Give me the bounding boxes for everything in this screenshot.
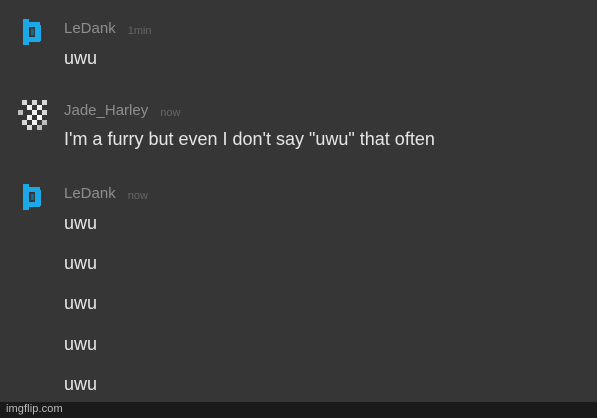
blue-bracket-avatar-icon[interactable]	[20, 184, 46, 210]
message-text: uwu	[64, 334, 98, 354]
watermark-bar: imgflip.com	[0, 402, 597, 418]
message-text: uwu	[64, 213, 98, 233]
message-text: uwu	[64, 374, 98, 394]
message-text: uwu	[64, 48, 98, 68]
message-text: uwu	[64, 253, 98, 273]
username[interactable]: Jade_Harley now	[64, 102, 180, 119]
timestamp: now	[127, 190, 148, 202]
username-label[interactable]: LeDank	[64, 185, 116, 202]
chat-panel: LeDank 1min uwu Jade_Harley now I'm a furr…	[0, 0, 597, 402]
message-text: uwu	[64, 293, 98, 313]
timestamp: now	[160, 107, 181, 119]
username[interactable]: LeDank 1min	[64, 20, 152, 37]
checker-pattern-avatar-icon[interactable]	[18, 100, 50, 132]
message-text: I'm a furry but even I don't say "uwu" t…	[64, 129, 435, 149]
blue-bracket-avatar-icon[interactable]	[20, 19, 46, 45]
watermark: imgflip.com	[6, 403, 63, 415]
username[interactable]: LeDank now	[64, 185, 148, 202]
timestamp: 1min	[127, 25, 152, 37]
username-label[interactable]: Jade_Harley	[64, 102, 148, 119]
username-label[interactable]: LeDank	[64, 20, 116, 37]
